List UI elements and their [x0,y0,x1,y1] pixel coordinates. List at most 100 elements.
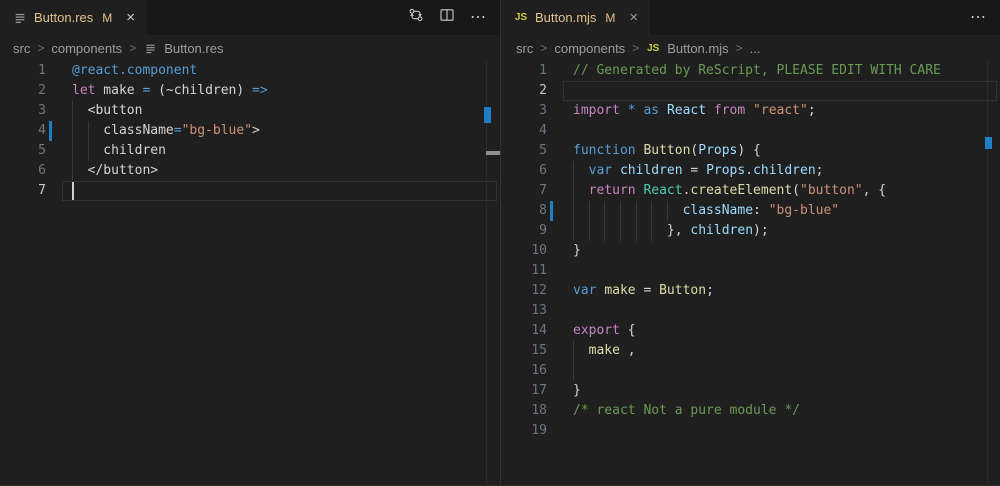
code-line[interactable]: 3import * as React from "react"; [501,101,1000,121]
overview-ruler[interactable] [486,61,487,486]
indent-guide [88,141,89,161]
more-actions-icon[interactable]: ⋯ [970,10,986,26]
js-file-icon: JS [646,41,660,55]
line-number[interactable]: 10 [501,241,547,261]
code-text: export { [573,321,636,341]
code-line[interactable]: 5function Button(Props) { [501,141,1000,161]
editor[interactable]: 1 @react.component 2let make = (~children)… [0,61,500,201]
code-line[interactable]: 4 className="bg-blue"> [0,121,500,141]
breadcrumb-item-file[interactable]: Button.res [164,41,223,56]
overview-ruler[interactable] [987,61,988,486]
code-text: var make = Button; [573,281,714,301]
code-line[interactable]: 7 return React.createElement("button", { [501,181,1000,201]
code-token: var [589,163,612,178]
line-number[interactable]: 5 [0,141,46,161]
breadcrumb-item-src[interactable]: src [13,41,30,56]
res-file-icon [143,41,157,55]
tab-button-mjs[interactable]: JS Button.mjs M × [501,0,650,35]
code-line[interactable]: 12 var make = Button; [501,281,1000,301]
code-token: function [573,143,636,158]
line-number[interactable]: 8 [501,201,547,221]
breadcrumb-item-components[interactable]: components [554,41,625,56]
breadcrumb-item-src[interactable]: src [516,41,533,56]
code-token [612,163,620,178]
code-line[interactable]: 17} [501,381,1000,401]
chevron-right-icon: > [129,41,136,55]
code-line[interactable]: 5 children [0,141,500,161]
open-changes-icon[interactable] [408,7,424,28]
line-number[interactable]: 18 [501,401,547,421]
line-number[interactable]: 1 [501,61,547,81]
indent-guide [573,161,574,181]
code-line[interactable]: 2 [501,81,1000,101]
code-line[interactable]: 10} [501,241,1000,261]
gutter-modified-indicator [49,121,52,141]
line-number[interactable]: 16 [501,361,547,381]
code-line[interactable]: 15 make , [501,341,1000,361]
code-line[interactable]: 4 [501,121,1000,141]
line-number[interactable]: 19 [501,421,547,441]
code-line[interactable]: 6 </button> [0,161,500,181]
code-text: /* react Not a pure module */ [573,401,800,421]
breadcrumb: src > components > Button.res [0,35,500,61]
line-number[interactable]: 7 [501,181,547,201]
code-line[interactable]: 19 [501,421,1000,441]
line-number[interactable]: 4 [0,121,46,141]
code-line[interactable]: 16 [501,361,1000,381]
line-number[interactable]: 1 [0,61,46,81]
code-token [659,103,667,118]
code-line[interactable]: 11 [501,261,1000,281]
code-line[interactable]: 1 @react.component [0,61,500,81]
line-number[interactable]: 2 [0,81,46,101]
code-token: from [714,103,745,118]
close-icon[interactable]: × [629,10,638,25]
line-number[interactable]: 7 [0,181,46,201]
code-token: make [95,83,142,98]
line-number[interactable]: 15 [501,341,547,361]
code-line[interactable]: 1 // Generated by ReScript, PLEASE EDIT W… [501,61,1000,81]
code-line[interactable]: 13 [501,301,1000,321]
indent-guide [589,201,590,221]
code-line[interactable]: 8 className: "bg-blue" [501,201,1000,221]
line-number[interactable]: 17 [501,381,547,401]
line-number[interactable]: 5 [501,141,547,161]
modified-badge: M [605,11,615,25]
code-line[interactable]: 9 }, children); [501,221,1000,241]
split-editor-icon[interactable] [439,7,455,28]
code-line[interactable]: 7 [0,181,500,201]
line-number[interactable]: 3 [501,101,547,121]
line-number[interactable]: 13 [501,301,547,321]
more-actions-icon[interactable]: ⋯ [470,10,486,26]
breadcrumb-item-components[interactable]: components [51,41,122,56]
line-number[interactable]: 6 [0,161,46,181]
current-line-highlight [62,181,497,201]
indent-guide [573,361,574,381]
tab-button-res[interactable]: Button.res M × [0,0,147,35]
code-text: </button> [72,161,158,181]
code-token: Button [659,283,706,298]
line-number[interactable]: 3 [0,101,46,121]
code-token: = [636,283,659,298]
line-number[interactable]: 6 [501,161,547,181]
editor[interactable]: 1 // Generated by ReScript, PLEASE EDIT W… [501,61,1000,441]
code-line[interactable]: 6 var children = Props.children; [501,161,1000,181]
code-line[interactable]: 2let make = (~children) => [0,81,500,101]
code-token: @react.component [72,63,197,78]
line-number[interactable]: 11 [501,261,547,281]
line-number[interactable]: 9 [501,221,547,241]
code-token [620,103,628,118]
editor-toolbar: ⋯ [970,0,1000,35]
line-number[interactable]: 12 [501,281,547,301]
code-text: var children = Props.children; [573,161,824,181]
code-line[interactable]: 3 <button [0,101,500,121]
breadcrumb-item-file[interactable]: Button.mjs [667,41,728,56]
code-line[interactable]: 18 /* react Not a pure module */ [501,401,1000,421]
code-line[interactable]: 14 export { [501,321,1000,341]
chevron-right-icon: > [37,41,44,55]
code-text: // Generated by ReScript, PLEASE EDIT WI… [573,61,941,81]
close-icon[interactable]: × [126,10,135,25]
line-number[interactable]: 2 [501,81,547,101]
breadcrumb-symbol-ellipsis[interactable]: ... [750,41,761,56]
line-number[interactable]: 14 [501,321,547,341]
line-number[interactable]: 4 [501,121,547,141]
